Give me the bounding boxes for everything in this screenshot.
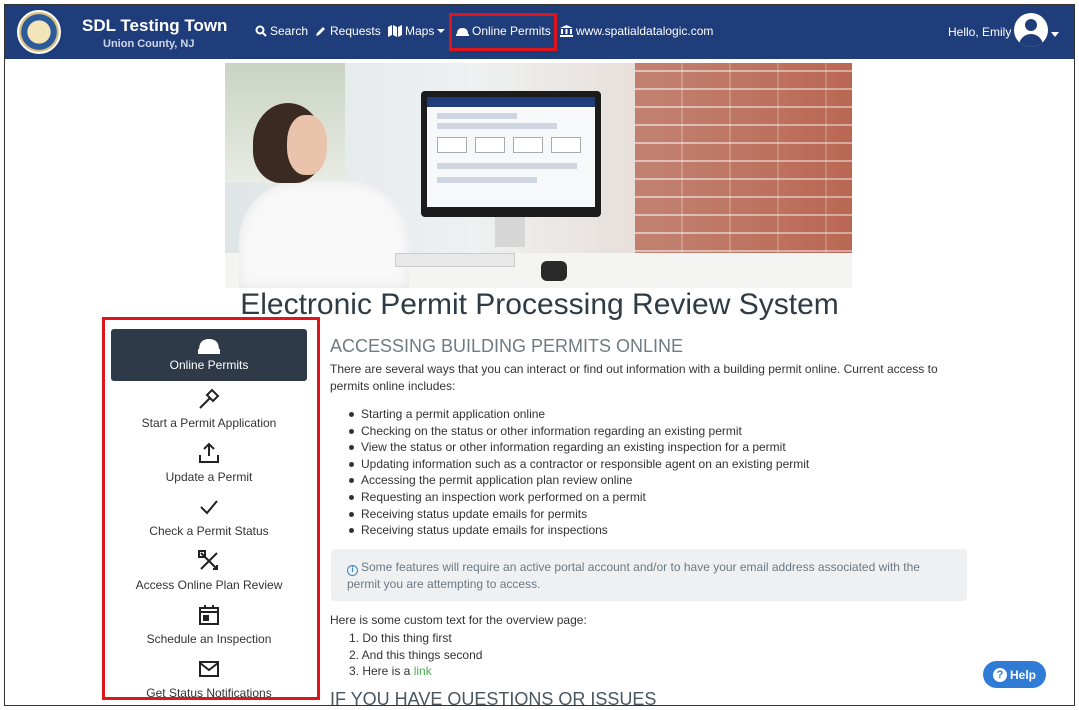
list-item: Receiving status update emails for inspe… bbox=[348, 522, 809, 539]
pencil-icon bbox=[316, 27, 325, 36]
search-icon bbox=[255, 25, 267, 37]
info-alert-text: Some features will require an active por… bbox=[347, 560, 920, 591]
side-menu-check-status[interactable]: Check a Permit Status bbox=[111, 495, 307, 547]
hero-screen-row bbox=[437, 113, 517, 119]
hammer-icon bbox=[111, 387, 307, 413]
side-menu-status-notifications[interactable]: Get Status Notifications bbox=[111, 657, 307, 705]
hero-screen-bar bbox=[427, 97, 595, 107]
nav-requests-label: Requests bbox=[330, 24, 381, 38]
list-item: View the status or other information reg… bbox=[348, 439, 809, 456]
hero-screen-tile bbox=[475, 137, 505, 153]
avatar-body bbox=[1019, 34, 1043, 47]
side-menu-label: Check a Permit Status bbox=[149, 524, 269, 538]
list-item: Receiving status update emails for permi… bbox=[348, 506, 809, 523]
hero-screen-tile bbox=[437, 137, 467, 153]
side-menu-schedule-inspection[interactable]: Schedule an Inspection bbox=[111, 603, 307, 655]
section-heading: ACCESSING BUILDING PERMITS ONLINE bbox=[330, 336, 684, 356]
list-item: Checking on the status or other informat… bbox=[348, 423, 809, 440]
institution-icon bbox=[560, 25, 573, 37]
hero-screen-row bbox=[437, 177, 537, 183]
side-menu-label: Get Status Notifications bbox=[146, 686, 272, 700]
side-menu-plan-review[interactable]: Access Online Plan Review bbox=[111, 549, 307, 601]
top-navbar: SDL Testing Town Union County, NJ Search… bbox=[5, 5, 1074, 59]
side-menu-label: Online Permits bbox=[169, 358, 249, 372]
hero-screen-tile bbox=[513, 137, 543, 153]
side-menu-label: Update a Permit bbox=[165, 470, 253, 484]
brand-title[interactable]: SDL Testing Town bbox=[82, 16, 227, 36]
nav-website-link[interactable]: www.spatialdatalogic.com bbox=[560, 24, 713, 38]
steps-list: 1. Do this thing first 2. And this thing… bbox=[349, 630, 482, 680]
app-frame: SDL Testing Town Union County, NJ Search… bbox=[4, 4, 1075, 706]
side-menu-start-application[interactable]: Start a Permit Application bbox=[111, 387, 307, 439]
avatar-head bbox=[1025, 19, 1037, 31]
side-menu-label: Start a Permit Application bbox=[141, 416, 277, 430]
question-circle-icon: ? bbox=[992, 667, 1007, 682]
intro-paragraph: There are several ways that you can inte… bbox=[330, 362, 938, 393]
side-menu-update-permit[interactable]: Update a Permit bbox=[111, 441, 307, 493]
nav-search-label: Search bbox=[270, 24, 309, 38]
nav-maps-dropdown[interactable]: Maps bbox=[388, 24, 446, 38]
ruler-pencil-icon bbox=[111, 549, 307, 575]
envelope-icon bbox=[111, 657, 307, 683]
map-icon bbox=[388, 25, 402, 37]
features-list: Starting a permit application online Che… bbox=[348, 406, 810, 539]
user-menu-caret-icon[interactable] bbox=[1051, 32, 1059, 37]
section-heading-questions: IF YOU HAVE QUESTIONS OR ISSUES bbox=[330, 689, 657, 706]
custom-link[interactable]: link bbox=[414, 664, 432, 678]
checkmark-icon bbox=[111, 495, 307, 521]
hero-person-face bbox=[287, 115, 327, 175]
brand-subtitle: Union County, NJ bbox=[103, 38, 195, 50]
list-item: 1. Do this thing first bbox=[349, 631, 452, 645]
hero-monitor bbox=[421, 91, 601, 217]
hero-person-body bbox=[239, 181, 409, 288]
list-item: Starting a permit application online bbox=[348, 406, 809, 423]
nav-maps-label: Maps bbox=[405, 24, 435, 38]
list-item: 2. And this things second bbox=[349, 647, 483, 662]
list-item: Accessing the permit application plan re… bbox=[348, 472, 809, 489]
hard-hat-icon bbox=[111, 329, 307, 355]
hero-keyboard bbox=[395, 253, 515, 267]
help-button[interactable]: ? Help bbox=[983, 661, 1046, 688]
step-three-text: 3. Here is a bbox=[349, 664, 414, 679]
list-item: 3. Here is a link bbox=[349, 663, 482, 680]
hero-screen bbox=[427, 97, 595, 207]
town-seal-logo[interactable] bbox=[17, 10, 61, 54]
user-avatar[interactable] bbox=[1014, 13, 1048, 47]
hero-screen-tile bbox=[551, 137, 581, 153]
upload-tray-icon bbox=[111, 441, 307, 467]
side-menu-label: Schedule an Inspection bbox=[146, 632, 272, 646]
chevron-down-icon bbox=[437, 29, 446, 33]
nav-website-label: www.spatialdatalogic.com bbox=[576, 24, 714, 38]
list-item: Requesting an inspection work performed … bbox=[348, 489, 809, 506]
hero-image bbox=[225, 63, 852, 288]
info-alert: i Some features will require an active po… bbox=[331, 549, 967, 601]
help-button-label: Help bbox=[1009, 667, 1036, 682]
list-item: Updating information such as a contracto… bbox=[348, 456, 810, 471]
calendar-icon bbox=[111, 603, 307, 629]
hero-monitor-stand bbox=[495, 217, 525, 247]
hero-screen-row bbox=[437, 163, 577, 169]
nav-search[interactable]: Search bbox=[255, 24, 308, 38]
nav-requests[interactable]: Requests bbox=[315, 24, 381, 38]
custom-text: Here is some custom text for the overvie… bbox=[330, 613, 587, 627]
user-greeting: Hello, Emily bbox=[948, 25, 1012, 39]
hero-speaker bbox=[541, 261, 567, 281]
nav-highlight-box bbox=[449, 13, 557, 51]
info-icon: i bbox=[347, 565, 358, 576]
side-menu-online-permits[interactable]: Online Permits bbox=[111, 329, 307, 381]
side-menu-label: Access Online Plan Review bbox=[135, 578, 283, 592]
hero-screen-row bbox=[437, 123, 557, 129]
